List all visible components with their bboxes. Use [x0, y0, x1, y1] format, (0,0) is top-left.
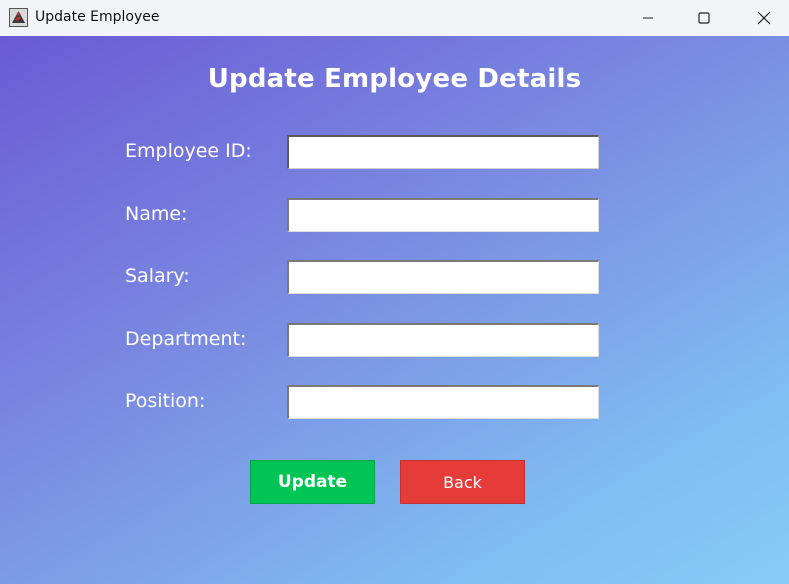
employee-id-label: Employee ID:: [125, 140, 252, 162]
window-title: Update Employee: [35, 9, 160, 25]
title-bar: Update Employee: [0, 0, 789, 36]
salary-label: Salary:: [125, 265, 190, 287]
minimize-icon: [643, 17, 653, 19]
minimize-button[interactable]: [625, 0, 671, 36]
update-button[interactable]: Update: [250, 460, 375, 504]
maximize-button[interactable]: [681, 0, 727, 36]
position-label: Position:: [125, 390, 206, 412]
close-icon: [757, 11, 771, 25]
department-input[interactable]: [287, 323, 599, 357]
java-app-icon: [9, 8, 28, 27]
update-employee-window: Update Employee Update Employee Details …: [0, 0, 789, 584]
department-label: Department:: [125, 328, 247, 350]
form-panel: Update Employee Details Employee ID: Nam…: [0, 36, 789, 584]
back-button[interactable]: Back: [400, 460, 525, 504]
close-button[interactable]: [741, 0, 787, 36]
position-input[interactable]: [287, 385, 599, 419]
maximize-icon: [698, 12, 710, 24]
employee-id-input[interactable]: [287, 135, 599, 169]
salary-input[interactable]: [287, 260, 599, 294]
name-label: Name:: [125, 203, 188, 225]
page-title: Update Employee Details: [207, 64, 582, 94]
name-input[interactable]: [287, 198, 599, 232]
